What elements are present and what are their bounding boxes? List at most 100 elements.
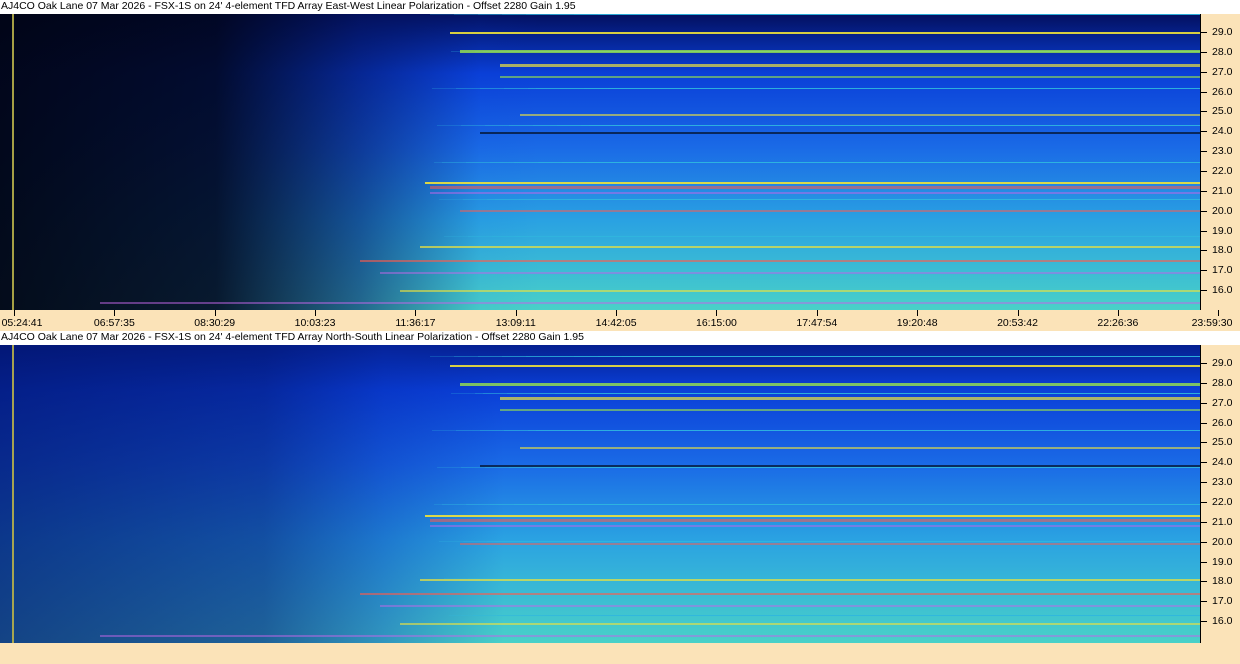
spectral-line	[622, 356, 1200, 357]
frequency-tick-label: 21.0	[1212, 515, 1233, 528]
frequency-axis-north-south: 29.0 28.0 27.0 26.0 25.0 24.0 23.0 22.0 21.0 20.0…	[1200, 345, 1240, 643]
time-tick-label: 17:47:54	[796, 317, 838, 329]
frequency-tick-label: 28.0	[1212, 45, 1233, 58]
frequency-tick	[1201, 442, 1207, 444]
frequency-tick-label: 27.0	[1212, 65, 1233, 78]
spectral-band	[450, 365, 1200, 367]
time-tick	[1017, 310, 1019, 316]
spectral-lines-north-south	[12, 345, 1200, 643]
frequency-tick-label: 17.0	[1212, 595, 1233, 608]
spectral-band	[500, 409, 1200, 411]
bottom-strip	[0, 643, 1240, 664]
frequency-tick	[1201, 422, 1207, 424]
spectral-band	[450, 32, 1200, 34]
frequency-tick	[1201, 621, 1207, 623]
time-tick	[14, 310, 15, 316]
time-tick-label: 22:26:36	[1097, 317, 1139, 329]
spectrogram-north-south[interactable]	[0, 345, 1200, 643]
frequency-axis-east-west: 29.0 28.0 27.0 26.0 25.0 24.0 23.0 22.0 21.0 20.0…	[1200, 14, 1240, 310]
spectral-line	[475, 393, 1200, 394]
time-tick-label: 20:53:42	[997, 317, 1038, 329]
frequency-tick	[1201, 91, 1207, 93]
time-tick	[917, 310, 919, 316]
spectral-band	[380, 272, 1200, 274]
time-tick-label: 05:24:41	[1, 317, 43, 329]
frequency-tick	[1201, 131, 1207, 133]
frequency-tick-label: 25.0	[1212, 105, 1233, 118]
time-tick	[114, 310, 116, 316]
spectral-band	[380, 605, 1200, 607]
time-tick-label: 13:09:11	[495, 317, 536, 329]
time-tick	[1117, 310, 1119, 316]
spectral-band	[460, 210, 1200, 212]
frequency-tick-label: 22.0	[1212, 495, 1233, 508]
frequency-tick	[1201, 382, 1207, 384]
time-tick	[1218, 310, 1220, 316]
spectral-line	[516, 236, 1200, 237]
frequency-tick-label: 17.0	[1212, 264, 1233, 277]
time-tick-label: 19:20:48	[896, 317, 938, 329]
frequency-tick	[1201, 541, 1207, 543]
frequency-tick-label: 19.0	[1212, 224, 1233, 237]
spectral-line	[528, 430, 1200, 431]
frequency-tick	[1201, 290, 1207, 292]
frequency-tick-label: 28.0	[1212, 376, 1233, 389]
spectral-band	[520, 114, 1200, 116]
spectral-band	[460, 383, 1200, 386]
spectral-line	[569, 615, 1200, 616]
spectral-band	[100, 302, 1200, 304]
panel-title-east-west: AJ4CO Oak Lane 07 Mar 2026 - FSX-1S on 2…	[0, 0, 1240, 14]
spectral-band	[520, 447, 1200, 449]
spectral-band	[360, 260, 1200, 262]
time-axis: 05:24:41 06:57:35 08:30:29 10:03:23 11:36:17…	[0, 310, 1240, 331]
time-marker-line	[12, 14, 14, 310]
spectral-band	[480, 132, 1200, 134]
frequency-tick	[1201, 402, 1207, 404]
spectral-band	[400, 290, 1200, 292]
frequency-tick	[1201, 230, 1207, 232]
spectral-line	[581, 125, 1200, 126]
frequency-tick	[1201, 561, 1207, 563]
frequency-tick-label: 16.0	[1212, 284, 1233, 297]
frequency-tick	[1201, 363, 1207, 364]
frequency-tick-label: 26.0	[1212, 416, 1233, 429]
spectral-band	[500, 397, 1200, 400]
frequency-tick-label: 23.0	[1212, 476, 1233, 489]
spectral-line	[581, 467, 1200, 468]
spectral-band	[360, 593, 1200, 595]
frequency-tick-label: 18.0	[1212, 575, 1233, 588]
time-tick-label: 06:57:35	[93, 317, 135, 329]
frequency-tick	[1201, 521, 1207, 523]
spectral-line	[528, 88, 1200, 89]
frequency-tick-label: 16.0	[1212, 615, 1233, 628]
time-tick-label: 23:59:30	[1191, 317, 1233, 329]
spectral-lines-east-west	[12, 14, 1200, 310]
frequency-tick-label: 25.0	[1212, 436, 1233, 449]
frequency-tick	[1201, 270, 1207, 272]
frequency-tick-label: 29.0	[1212, 26, 1233, 38]
frequency-tick-label: 24.0	[1212, 456, 1233, 469]
frequency-tick	[1201, 601, 1207, 603]
frequency-tick	[1201, 482, 1207, 484]
spectrogram-east-west[interactable]	[0, 14, 1200, 310]
time-tick	[515, 310, 517, 316]
spectral-band	[425, 515, 1200, 517]
time-tick	[214, 310, 216, 316]
spectral-line	[434, 162, 1200, 163]
spectral-line	[434, 504, 1200, 505]
frequency-tick-label: 19.0	[1212, 555, 1233, 568]
frequency-tick	[1201, 111, 1207, 113]
frequency-tick	[1201, 170, 1207, 172]
spectral-line	[622, 14, 1200, 15]
spectral-band	[500, 76, 1200, 78]
time-tick-label: 16:15:00	[696, 317, 737, 329]
time-tick-label: 10:03:23	[294, 317, 336, 329]
spectral-band	[480, 465, 1200, 467]
time-tick-label: 08:30:29	[194, 317, 236, 329]
time-tick	[315, 310, 317, 316]
frequency-tick-label: 26.0	[1212, 85, 1233, 98]
frequency-tick	[1201, 581, 1207, 583]
spectral-line	[487, 541, 1200, 542]
frequency-tick-label: 29.0	[1212, 357, 1233, 369]
frequency-tick-label: 20.0	[1212, 535, 1233, 548]
